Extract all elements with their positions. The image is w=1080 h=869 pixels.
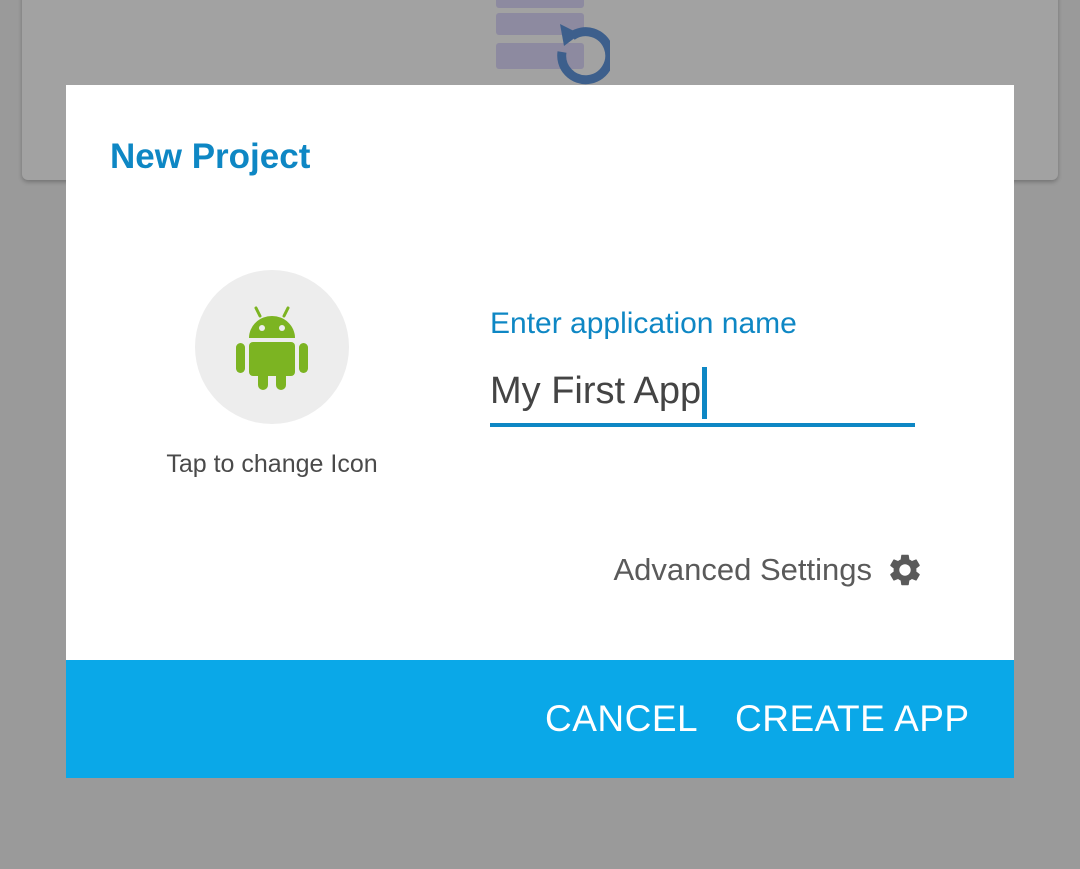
advanced-settings-button[interactable]: Advanced Settings [613,551,924,589]
advanced-settings-label: Advanced Settings [613,552,872,587]
gear-icon [890,554,920,586]
app-name-value: My First App [490,370,702,412]
app-name-input[interactable]: My First App [490,363,915,427]
new-project-dialog: New Project Tap to change Icon Enter app… [66,85,1014,778]
android-icon [236,306,308,390]
cancel-button[interactable]: CANCEL [545,698,698,740]
app-name-label: Enter application name [490,307,797,340]
dialog-title: New Project [110,137,311,176]
icon-caption: Tap to change Icon [166,450,378,478]
database-restore-icon [496,0,610,85]
create-app-button[interactable]: CREATE APP [735,698,970,740]
dialog-action-bar: CANCEL CREATE APP [66,660,1014,778]
text-caret [702,367,708,419]
app-icon-picker[interactable] [195,270,349,424]
